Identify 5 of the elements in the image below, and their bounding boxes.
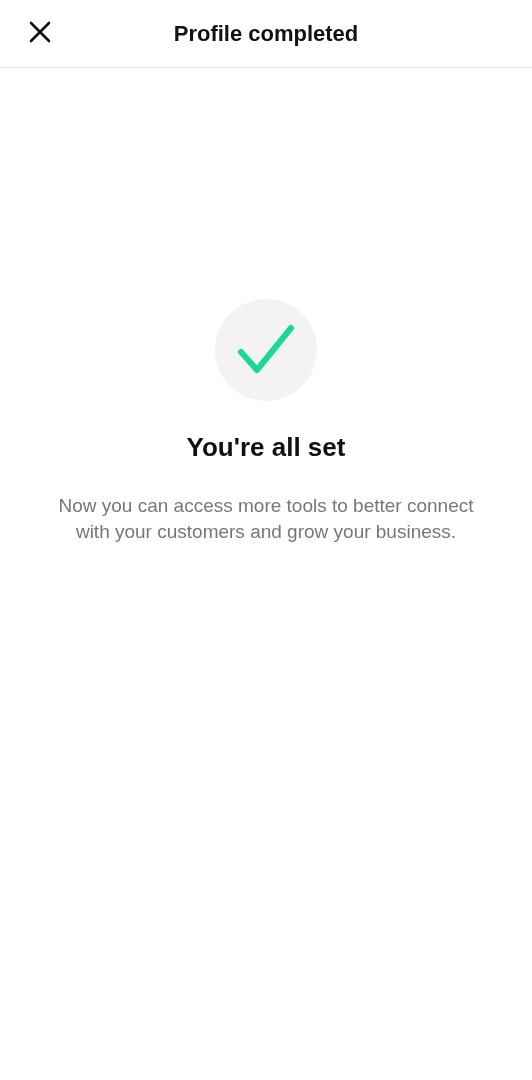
checkmark-icon bbox=[237, 324, 295, 376]
page-title: Profile completed bbox=[173, 20, 359, 47]
success-message: Now you can access more tools to better connect with your customers and grow your business. bbox=[57, 494, 475, 544]
close-icon bbox=[29, 21, 51, 43]
success-heading: You're all set bbox=[186, 432, 346, 462]
